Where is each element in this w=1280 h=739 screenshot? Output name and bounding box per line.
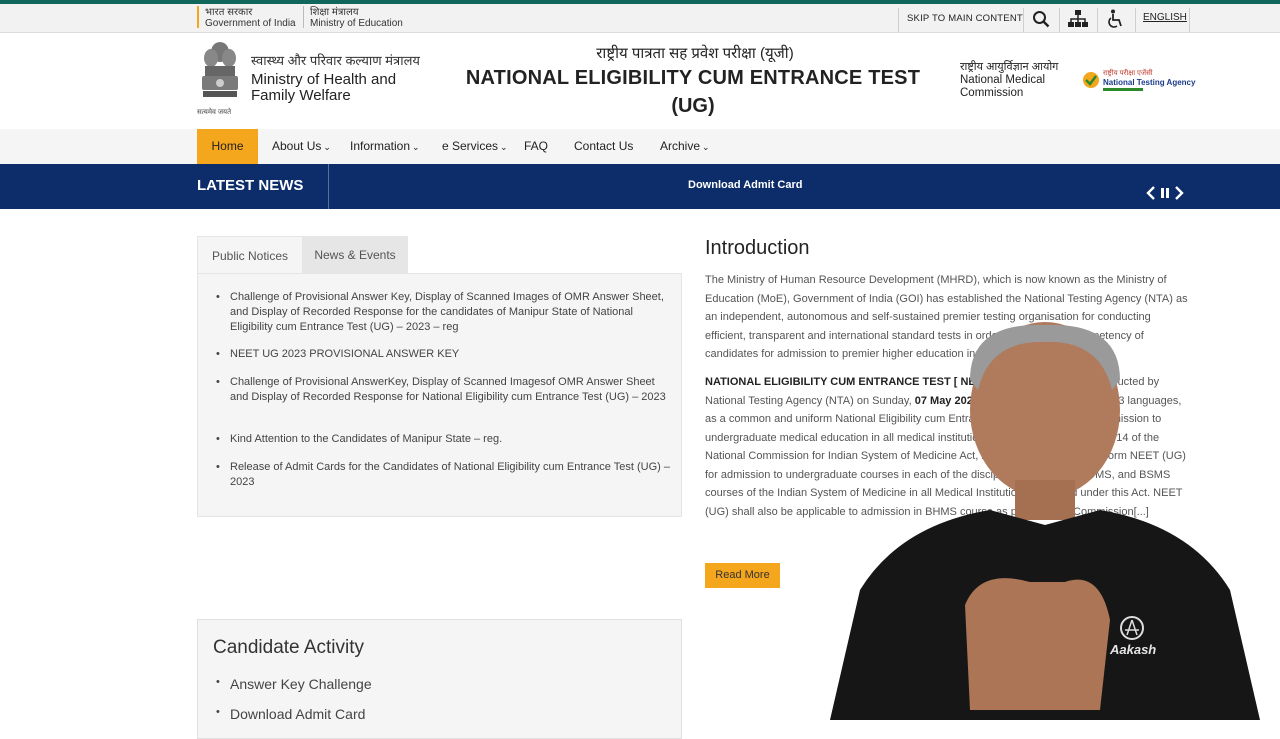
- nav-contact-us[interactable]: Contact Us: [574, 129, 633, 164]
- list-bullet: •: [216, 461, 220, 473]
- notice-link[interactable]: Kind Attention to the Candidates of Mani…: [230, 433, 502, 445]
- moe-hindi: शिक्षा मंत्रालय: [310, 7, 359, 18]
- nta-label: National Testing Agency: [1103, 78, 1196, 87]
- list-bullet: •: [216, 676, 220, 688]
- presenter-video-overlay: Aakash: [820, 320, 1280, 720]
- nmc-line2: Commission: [960, 87, 1024, 99]
- nta-hindi: राष्ट्रीय परीक्षा एजेंसी: [1103, 70, 1153, 77]
- ministry-hindi: स्वास्थ्य और परिवार कल्याण मंत्रालय: [251, 53, 420, 68]
- chevron-down-icon: ⌄: [702, 142, 710, 152]
- chevron-down-icon: ⌄: [412, 142, 420, 152]
- chevron-down-icon: ⌄: [323, 142, 331, 152]
- list-item[interactable]: • Challenge of Provisional Answer Key, Di…: [216, 290, 670, 335]
- page-title-line2: (UG): [671, 95, 715, 117]
- nav-archive[interactable]: Archive ⌄: [660, 129, 710, 164]
- activity-link[interactable]: Answer Key Challenge: [230, 676, 372, 692]
- toolbar-separator: [1097, 8, 1098, 32]
- ministry-line2: Family Welfare: [251, 87, 351, 104]
- tab-news-events[interactable]: News & Events: [302, 236, 408, 274]
- nav-about-label: About Us: [272, 139, 322, 153]
- nmc-logo[interactable]: राष्ट्रीय आयुर्विज्ञान आयोग National Med…: [960, 61, 1058, 100]
- notice-link[interactable]: Challenge of Provisional Answer Key, Dis…: [230, 291, 664, 333]
- latest-news-bar: LATEST NEWS Download Admit Card: [0, 164, 1280, 209]
- gov-divider: [303, 6, 304, 28]
- notice-link[interactable]: Challenge of Provisional AnswerKey, Disp…: [230, 376, 666, 403]
- gov-india-label: Government of India: [205, 18, 296, 29]
- list-bullet: •: [216, 433, 220, 445]
- list-bullet: •: [216, 376, 220, 388]
- toolbar-separator: [1059, 8, 1060, 32]
- sitemap-icon[interactable]: [1068, 10, 1088, 28]
- news-ticker-item[interactable]: Download Admit Card: [688, 179, 802, 191]
- nav-information-label: Information: [350, 139, 411, 153]
- toolbar-separator: [898, 8, 899, 32]
- ministry-line1: Ministry of Health and: [251, 71, 397, 88]
- skip-to-main-link[interactable]: SKIP TO MAIN CONTENT: [907, 13, 1023, 24]
- nmc-hindi: राष्ट्रीय आयुर्विज्ञान आयोग: [960, 61, 1059, 73]
- gov-india-link[interactable]: भारत सरकार Government of India: [205, 7, 296, 29]
- notice-link[interactable]: NEET UG 2023 PROVISIONAL ANSWER KEY: [230, 348, 459, 360]
- list-item[interactable]: • Kind Attention to the Candidates of Man…: [216, 432, 670, 447]
- moe-link[interactable]: शिक्षा मंत्रालय Ministry of Education: [310, 7, 403, 29]
- nav-about-us[interactable]: About Us ⌄: [272, 129, 331, 164]
- nav-information[interactable]: Information ⌄: [350, 129, 420, 164]
- list-bullet: •: [216, 291, 220, 303]
- nta-underline: [1103, 88, 1143, 91]
- ticker-next-button[interactable]: [1174, 186, 1186, 200]
- list-item[interactable]: • Answer Key Challenge: [216, 676, 372, 692]
- toolbar-separator: [1023, 8, 1024, 32]
- nmc-line1: National Medical: [960, 74, 1046, 86]
- list-item[interactable]: • Release of Admit Cards for the Candidat…: [216, 460, 670, 490]
- latest-news-label: LATEST NEWS: [197, 177, 304, 194]
- chevron-down-icon: ⌄: [500, 142, 508, 152]
- title-hindi: राष्ट्रीय पात्रता सह प्रवेश परीक्षा (यूज…: [596, 45, 794, 62]
- shirt-brand-text: Aakash: [1110, 642, 1157, 657]
- accessibility-icon[interactable]: [1106, 9, 1124, 29]
- toolbar-separator: [1135, 8, 1136, 32]
- nav-archive-label: Archive: [660, 139, 701, 153]
- gov-bar: भारत सरकार Government of India शिक्षा मं…: [0, 4, 1280, 33]
- search-icon[interactable]: [1032, 10, 1050, 28]
- gov-india-hindi: भारत सरकार: [205, 7, 253, 18]
- nav-home[interactable]: Home: [197, 129, 258, 164]
- notice-link[interactable]: Release of Admit Cards for the Candidate…: [230, 461, 670, 488]
- list-bullet: •: [216, 348, 220, 360]
- ticker-prev-button[interactable]: [1146, 186, 1158, 200]
- read-more-button[interactable]: Read More: [705, 563, 780, 588]
- list-item[interactable]: • NEET UG 2023 PROVISIONAL ANSWER KEY: [216, 347, 670, 362]
- main-nav: Home About Us ⌄ Information ⌄ e Services ⌄ …: [0, 129, 1280, 165]
- tab-public-notices[interactable]: Public Notices: [197, 236, 303, 275]
- nta-logo[interactable]: राष्ट्रीय परीक्षा एजेंसी National Testin…: [1082, 69, 1196, 93]
- list-bullet: •: [216, 706, 220, 718]
- list-item[interactable]: • Challenge of Provisional AnswerKey, Dis…: [216, 375, 670, 405]
- emblem-motto: सत्यमेव जयते: [197, 109, 232, 116]
- gov-divider: [197, 6, 199, 28]
- candidate-activity-heading: Candidate Activity: [213, 637, 365, 658]
- intro-heading: Introduction: [705, 237, 810, 259]
- page-title: NATIONAL ELIGIBILITY CUM ENTRANCE TEST: [465, 67, 921, 89]
- nav-faq[interactable]: FAQ: [524, 129, 548, 164]
- nav-eservices-label: e Services: [442, 139, 499, 153]
- moe-label: Ministry of Education: [310, 18, 403, 29]
- nav-e-services[interactable]: e Services ⌄: [442, 129, 508, 164]
- site-header: सत्यमेव जयते स्वास्थ्य और परिवार कल्याण …: [0, 33, 1280, 130]
- language-link[interactable]: ENGLISH: [1143, 12, 1187, 23]
- national-emblem-logo[interactable]: सत्यमेव जयते: [197, 40, 243, 118]
- news-divider: [328, 164, 329, 209]
- ticker-pause-button[interactable]: [1160, 186, 1172, 200]
- toolbar-separator: [1189, 8, 1190, 32]
